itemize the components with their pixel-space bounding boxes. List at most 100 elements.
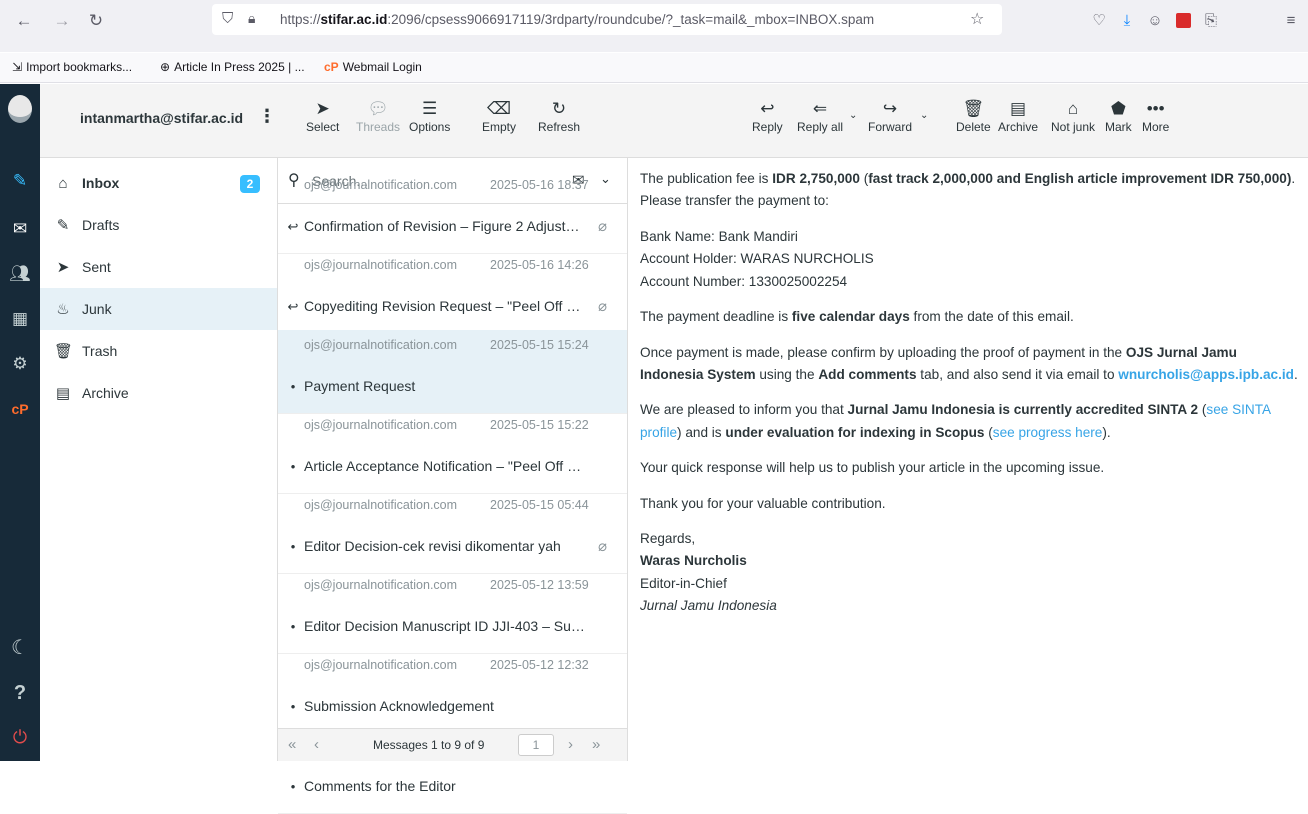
archive-icon: ▤ (1009, 99, 1027, 118)
folder-sent[interactable]: ➤ Sent (40, 246, 277, 288)
reply-all-dropdown-icon[interactable]: ⌄ (849, 110, 857, 121)
folder-trash[interactable]: 🗑︎ Trash (40, 330, 277, 372)
read-dot-icon: • (290, 699, 296, 714)
mark-button[interactable]: ⬟ Mark (1105, 98, 1132, 134)
delete-button[interactable]: 🗑︎ Delete (956, 98, 991, 134)
bookmark-import[interactable]: ⇲ Import bookmarks... (12, 60, 132, 74)
inbox-icon: ⌂ (1067, 99, 1079, 118)
message-subject: Article Acceptance Notification – "Peel … (304, 458, 586, 474)
task-menu: ✎ ✉ 👥︎ ▦ ⚙ cP ☾ ? ⏻ (0, 84, 40, 761)
lock-icon[interactable]: 🔒︎ (248, 10, 255, 27)
calendar-icon[interactable]: ▦ (0, 302, 40, 336)
attachment-paperclip-icon: ⌀ (598, 218, 608, 235)
list-pagination: « ‹ Messages 1 to 9 of 9 1 › » (278, 728, 627, 761)
message-content-pane: ↩ Reply ⇐ Reply all ⌄ ↪ Forward ⌄ 🗑︎ Delete … (628, 84, 1308, 761)
compose-icon[interactable]: ✎ (0, 164, 40, 198)
back-icon[interactable]: ← (12, 9, 36, 33)
folder-label: Inbox (82, 175, 120, 191)
replied-icon: ↩ (287, 299, 299, 314)
folder-label: Junk (82, 301, 112, 317)
roundcube-logo-icon[interactable] (0, 88, 40, 130)
extension-icon[interactable] (1172, 9, 1194, 31)
refresh-button[interactable]: ↻ Refresh (538, 98, 580, 134)
forward-dropdown-icon[interactable]: ⌄ (920, 110, 928, 121)
settings-gear-icon[interactable]: ⚙ (0, 347, 40, 381)
reply-button[interactable]: ↩ Reply (752, 98, 783, 134)
next-page-icon[interactable]: › (568, 736, 573, 753)
webmail-app: ✎ ✉ 👥︎ ▦ ⚙ cP ☾ ? ⏻ intanmartha@stifar.a… (0, 84, 1308, 814)
account-icon[interactable]: ☺ (1144, 9, 1166, 31)
body-paragraph-thanks: Thank you for your valuable contribution… (640, 495, 886, 511)
share-icon[interactable]: ⎘ (1200, 9, 1222, 31)
folder-junk[interactable]: ♨ Junk (40, 288, 277, 330)
options-icon: ☰ (422, 99, 438, 118)
message-row[interactable]: ojs@journalnotification.com 2025-05-16 18… (278, 170, 627, 254)
not-junk-button[interactable]: ⌂ Not junk (1051, 98, 1095, 134)
bookmark-article-in-press[interactable]: ⊕ Article In Press 2025 | ... (160, 60, 305, 74)
message-date: 2025-05-16 14:26 (490, 258, 589, 272)
paper-plane-icon: ➤ (56, 259, 70, 276)
first-page-icon[interactable]: « (288, 736, 296, 753)
bookmark-webmail[interactable]: cP Webmail Login (324, 60, 422, 74)
options-button[interactable]: ☰ Options (409, 98, 450, 134)
message-subject: Submission Acknowledgement (304, 698, 494, 714)
read-dot-icon: • (290, 539, 296, 554)
more-button[interactable]: ••• More (1142, 98, 1169, 134)
attachment-paperclip-icon: ⌀ (598, 298, 608, 315)
download-icon[interactable]: ⤓ (1116, 9, 1138, 31)
empty-button[interactable]: ⌫ Empty (482, 98, 516, 134)
forward-nav-icon[interactable]: → (50, 9, 74, 33)
mail-icon[interactable]: ✉ (0, 212, 40, 246)
scopus-progress-link[interactable]: see progress here (993, 425, 1103, 440)
folder-pane: intanmartha@stifar.ac.id ⋮ ⌂ Inbox 2 ✎ D… (40, 84, 278, 761)
message-sender: ojs@journalnotification.com (304, 178, 458, 192)
message-row[interactable]: ojs@journalnotification.com 2025-05-15 15… (278, 410, 627, 494)
message-subject: Comments for the Editor (304, 778, 456, 794)
account-menu-icon[interactable]: ⋮ (258, 106, 276, 127)
page-number-input[interactable]: 1 (518, 734, 554, 756)
folder-inbox[interactable]: ⌂ Inbox 2 (40, 162, 277, 204)
forward-button[interactable]: ↪ Forward (868, 98, 912, 134)
contacts-icon[interactable]: 👥︎ (0, 257, 40, 291)
archive-button[interactable]: ▤ Archive (998, 98, 1038, 134)
folder-archive[interactable]: ▤ Archive (40, 372, 277, 414)
unread-badge: 2 (240, 175, 260, 193)
bookmarks-bar: ⇲ Import bookmarks... ⊕ Article In Press 2… (0, 53, 1308, 83)
email-link[interactable]: wnurcholis@apps.ipb.ac.id (1118, 367, 1294, 382)
reply-all-button[interactable]: ⇐ Reply all (797, 98, 843, 134)
logout-icon[interactable]: ⏻ (0, 720, 40, 754)
message-subject: Payment Request (304, 378, 416, 394)
message-subject: Editor Decision-cek revisi dikomentar ya… (304, 538, 561, 554)
message-row[interactable]: ojs@journalnotification.com 2025-05-15 15… (278, 330, 627, 414)
message-row[interactable]: ojs@journalnotification.com 2025-05-12 12… (278, 650, 627, 734)
folder-drafts[interactable]: ✎ Drafts (40, 204, 277, 246)
pencil-icon: ✎ (56, 217, 70, 234)
menu-icon[interactable]: ≡ (1280, 9, 1302, 31)
message-subject: Editor Decision Manuscript ID JJI-403 – … (304, 618, 586, 634)
help-icon[interactable]: ? (0, 676, 40, 710)
empty-icon: ⌫ (486, 99, 512, 118)
prev-page-icon[interactable]: ‹ (314, 736, 319, 753)
dark-mode-moon-icon[interactable]: ☾ (0, 630, 40, 664)
cpanel-icon[interactable]: cP (0, 392, 40, 426)
message-row[interactable]: ojs@journalnotification.com 2025-05-15 05… (278, 490, 627, 574)
pocket-icon[interactable]: ♡ (1088, 9, 1110, 31)
message-body: The publication fee is IDR 2,750,000 (fa… (640, 168, 1300, 631)
url-text[interactable]: https://stifar.ac.id:2096/cpsess90669171… (280, 12, 874, 27)
message-row[interactable]: ojs@journalnotification.com 2025-05-12 13… (278, 570, 627, 654)
threads-button[interactable]: 💬︎ Threads (356, 98, 400, 134)
last-page-icon[interactable]: » (592, 736, 600, 753)
shield-icon[interactable]: ⛉ (222, 10, 233, 27)
archive-icon: ▤ (55, 385, 71, 402)
bookmark-star-icon[interactable]: ☆ (970, 9, 984, 29)
message-date: 2025-05-16 18:37 (490, 178, 589, 192)
pagination-label: Messages 1 to 9 of 9 (373, 738, 485, 752)
reload-icon[interactable]: ↻ (84, 9, 108, 33)
import-icon: ⇲ (12, 60, 23, 74)
attachment-paperclip-icon: ⌀ (598, 538, 608, 555)
message-row[interactable]: ojs@journalnotification.com 2025-05-16 14… (278, 250, 627, 334)
body-paragraph-accreditation: We are pleased to inform you that Jurnal… (640, 402, 1271, 440)
address-bar[interactable]: ⛉ 🔒︎ https://stifar.ac.id:2096/cpsess906… (212, 4, 1002, 35)
select-button[interactable]: ➤ Select (306, 98, 339, 134)
message-date: 2025-05-12 13:59 (490, 578, 589, 592)
